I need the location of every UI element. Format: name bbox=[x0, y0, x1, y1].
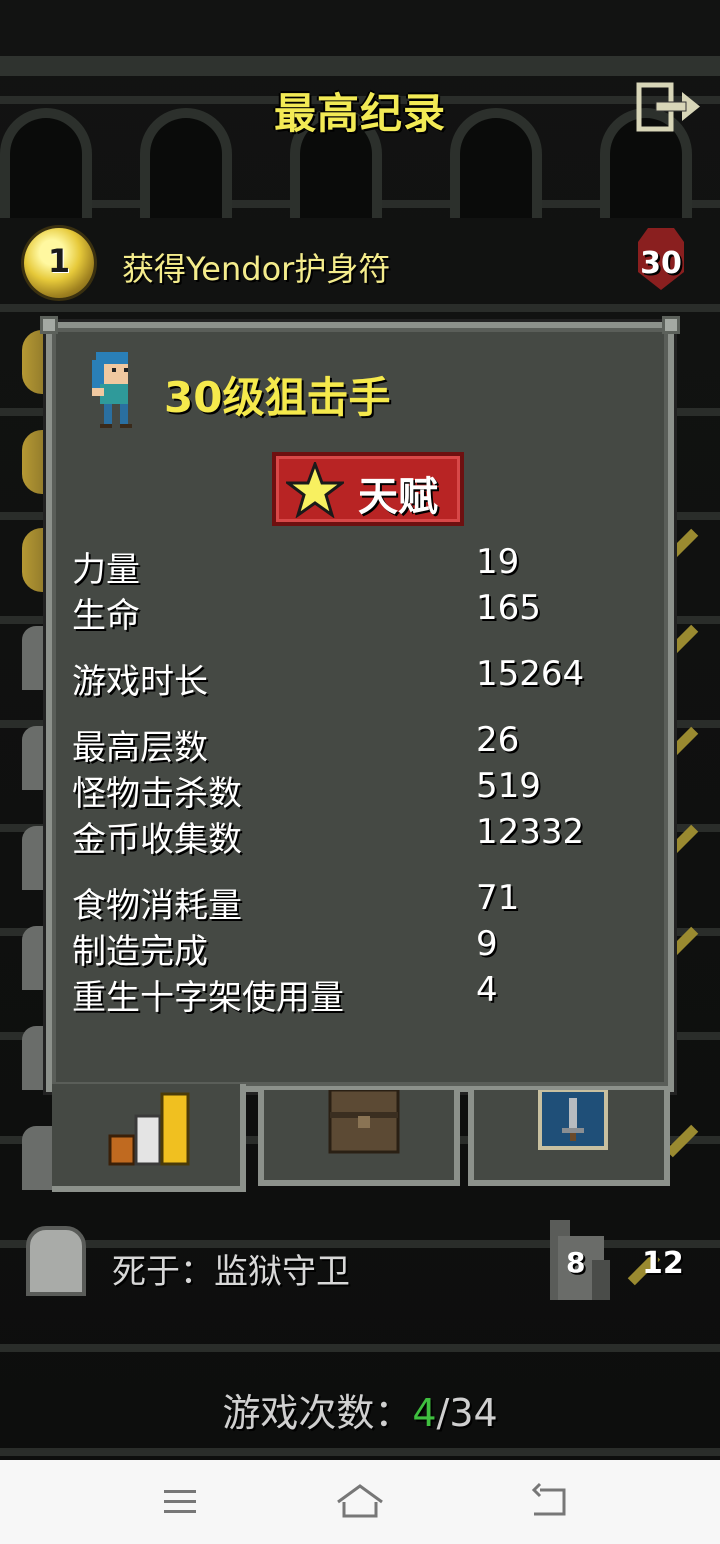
stat-value: 9 bbox=[476, 924, 498, 964]
tab-stats[interactable] bbox=[52, 1084, 246, 1192]
home-icon bbox=[337, 1484, 383, 1518]
tab-items[interactable] bbox=[258, 1090, 460, 1186]
stat-health: 生命 165 bbox=[72, 588, 612, 636]
stat-label: 怪物击杀数 bbox=[72, 774, 242, 814]
talent-label: 天赋 bbox=[358, 474, 438, 520]
wall-band bbox=[0, 56, 720, 76]
stat-value: 19 bbox=[476, 542, 520, 582]
games-played-counter: 游戏次数：4/34 bbox=[0, 1382, 720, 1437]
stat-ankhs: 重生十字架使用量 4 bbox=[72, 970, 612, 1018]
death-cause[interactable]: 死于：监狱守卫 bbox=[112, 1244, 350, 1293]
games-played-total: 34 bbox=[449, 1391, 498, 1435]
stat-value: 12332 bbox=[476, 812, 585, 852]
hero-class-title: 30级狙击手 bbox=[164, 373, 391, 422]
stat-crafting: 制造完成 9 bbox=[72, 924, 612, 972]
depth-number: 8 bbox=[566, 1246, 586, 1279]
sword-badge-icon bbox=[538, 1090, 608, 1150]
stat-kills: 怪物击杀数 519 bbox=[72, 766, 612, 814]
record-level-small: 12 bbox=[642, 1246, 684, 1281]
back-icon bbox=[531, 1482, 566, 1516]
record-level-number: 30 bbox=[640, 246, 682, 281]
stat-label: 重生十字架使用量 bbox=[72, 978, 344, 1018]
depth-badge: 8 bbox=[548, 1220, 612, 1300]
stat-value: 71 bbox=[476, 878, 520, 918]
record-level-badge: 30 bbox=[638, 228, 684, 290]
tab-badges[interactable] bbox=[468, 1090, 670, 1186]
system-nav-bar bbox=[0, 1460, 720, 1544]
stat-gold: 金币收集数 12332 bbox=[72, 812, 612, 860]
stat-food: 食物消耗量 71 bbox=[72, 878, 612, 926]
grave-icon bbox=[26, 1226, 86, 1296]
rank-number: 1 bbox=[47, 242, 71, 280]
bg-record-grave bbox=[22, 1126, 52, 1190]
record-description[interactable]: 获得Yendor护身符 bbox=[122, 244, 390, 290]
stat-label: 力量 bbox=[72, 550, 140, 590]
stat-value: 15264 bbox=[476, 654, 585, 694]
stat-label: 生命 bbox=[72, 596, 140, 636]
exit-button[interactable] bbox=[636, 82, 702, 132]
stat-max-depth: 最高层数 26 bbox=[72, 720, 612, 768]
star-icon bbox=[286, 462, 344, 518]
stat-label: 金币收集数 bbox=[72, 820, 242, 860]
exit-icon bbox=[636, 82, 700, 132]
games-played-current: 4 bbox=[412, 1391, 437, 1435]
stat-label: 制造完成 bbox=[72, 932, 208, 972]
games-played-label: 游戏次数： bbox=[222, 1391, 413, 1435]
menu-button[interactable] bbox=[150, 1478, 210, 1526]
stat-label: 游戏时长 bbox=[72, 662, 208, 702]
bar-chart-icon bbox=[108, 1092, 190, 1166]
games-played-separator: / bbox=[436, 1391, 450, 1435]
stat-value: 165 bbox=[476, 588, 541, 628]
stat-play-time: 游戏时长 15264 bbox=[72, 654, 612, 702]
rank-badge[interactable]: 1 bbox=[24, 228, 94, 298]
stat-value: 4 bbox=[476, 970, 498, 1010]
page-title: 最高纪录 bbox=[273, 89, 446, 138]
stat-value: 519 bbox=[476, 766, 541, 806]
talent-button[interactable]: 天赋 bbox=[272, 452, 464, 526]
stat-strength: 力量 19 bbox=[72, 542, 612, 590]
home-button[interactable] bbox=[330, 1478, 390, 1526]
stat-value: 26 bbox=[476, 720, 520, 760]
hero-portrait bbox=[84, 352, 144, 428]
stat-label: 最高层数 bbox=[72, 728, 208, 768]
huntress-icon bbox=[92, 352, 132, 428]
stat-label: 食物消耗量 bbox=[72, 886, 242, 926]
back-button[interactable] bbox=[520, 1478, 580, 1526]
backpack-icon bbox=[328, 1090, 400, 1154]
menu-icon bbox=[164, 1490, 196, 1513]
